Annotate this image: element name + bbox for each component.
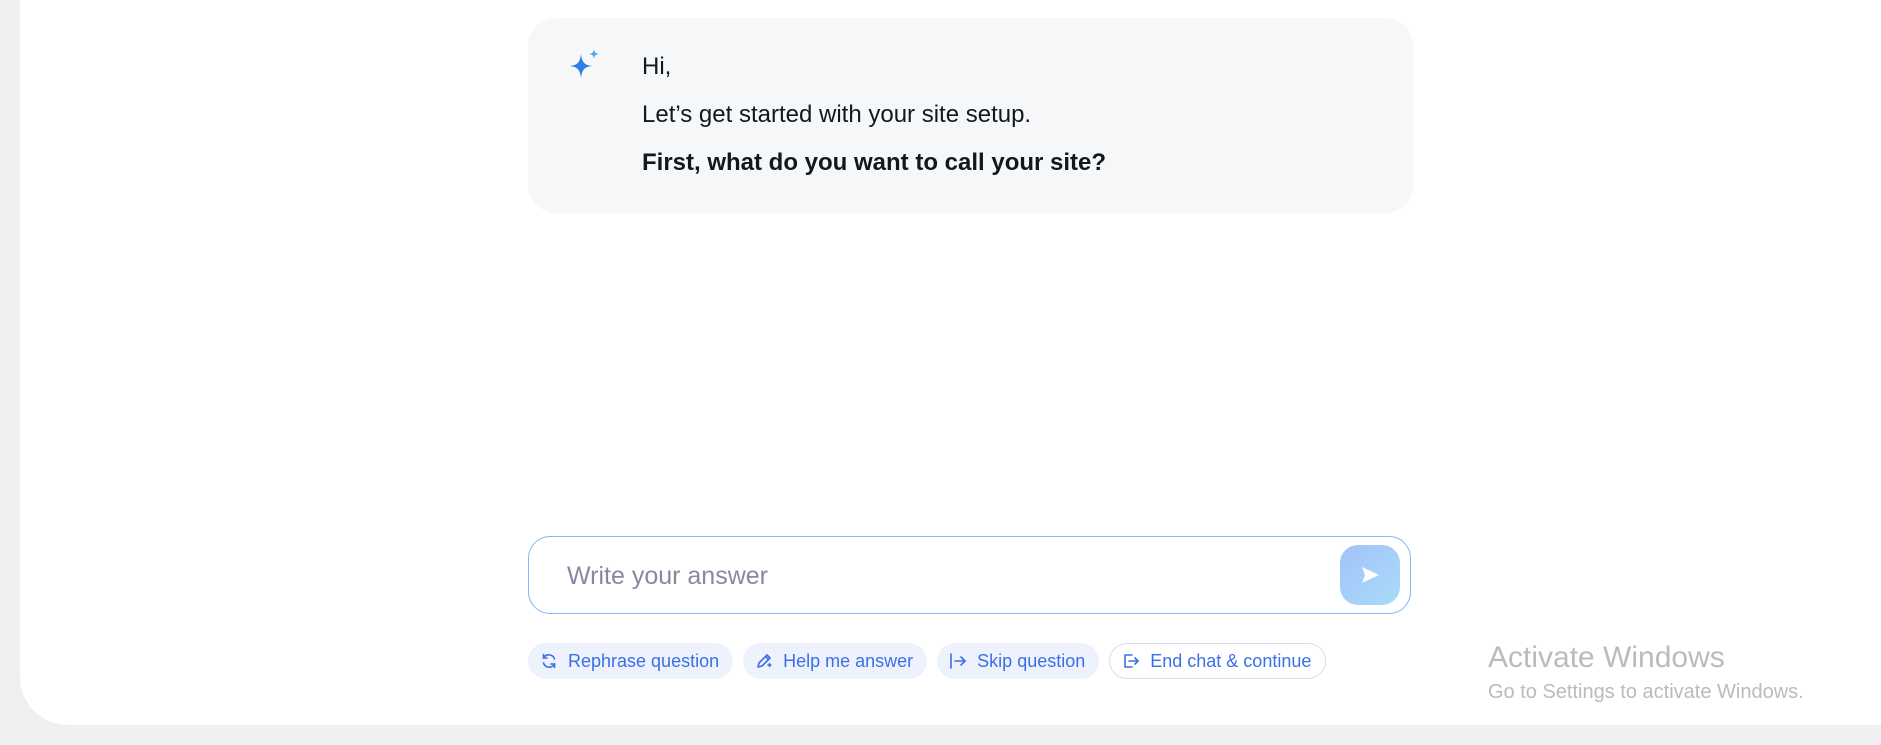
question-text: First, what do you want to call your sit… (642, 149, 1107, 176)
rephrase-question-button[interactable]: Rephrase question (528, 643, 734, 679)
magic-pen-icon (755, 652, 773, 670)
send-arrow-icon (1359, 564, 1381, 586)
sparkle-icon (568, 48, 602, 82)
send-button[interactable] (1340, 545, 1400, 605)
app-window: Hi, Let’s get started with your site set… (20, 0, 1881, 725)
rephrase-question-label: Rephrase question (568, 650, 720, 671)
help-me-answer-label: Help me answer (783, 650, 914, 671)
skip-arrow-icon (949, 652, 967, 670)
exit-icon (1122, 652, 1140, 670)
assistant-message-card: Hi, Let’s get started with your site set… (528, 18, 1413, 213)
greeting-text: Hi, (642, 53, 672, 80)
intro-text: Let’s get started with your site setup. (642, 101, 1032, 128)
end-chat-continue-label: End chat & continue (1150, 650, 1312, 671)
skip-question-label: Skip question (977, 650, 1086, 671)
quick-actions: Rephrase question Help me answer Skip qu… (528, 643, 1327, 679)
watermark-title: Activate Windows (1488, 641, 1725, 674)
answer-box (528, 536, 1411, 614)
skip-question-button[interactable]: Skip question (937, 643, 1100, 679)
refresh-icon (540, 652, 558, 670)
answer-input[interactable] (565, 555, 1329, 597)
watermark-subtitle: Go to Settings to activate Windows. (1488, 681, 1804, 703)
help-me-answer-button[interactable]: Help me answer (743, 643, 928, 679)
end-chat-continue-button[interactable]: End chat & continue (1109, 643, 1327, 679)
windows-activation-watermark: Activate Windows Go to Settings to activ… (1488, 640, 1804, 706)
